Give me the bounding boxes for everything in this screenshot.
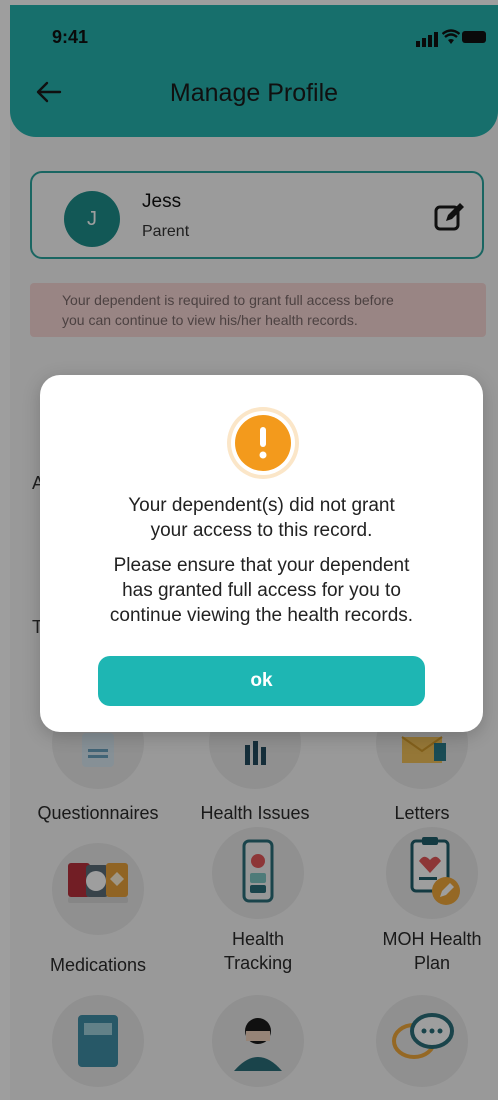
dialog-line-1: Your dependent(s) did not grant (128, 495, 395, 516)
warning-icon (227, 407, 299, 479)
dialog-message-secondary: Please ensure that your dependent has gr… (40, 553, 483, 628)
dialog-line-5: continue viewing the health records. (109, 605, 414, 626)
dialog-message-primary: Your dependent(s) did not grant your acc… (40, 493, 483, 543)
access-denied-dialog: Your dependent(s) did not grant your acc… (40, 375, 483, 732)
dialog-line-2: your access to this record. (150, 520, 373, 541)
dialog-line-3: Please ensure that your dependent (113, 555, 410, 576)
dialog-line-4: has granted full access for you to (122, 580, 401, 601)
ok-button[interactable]: ok (98, 656, 425, 706)
